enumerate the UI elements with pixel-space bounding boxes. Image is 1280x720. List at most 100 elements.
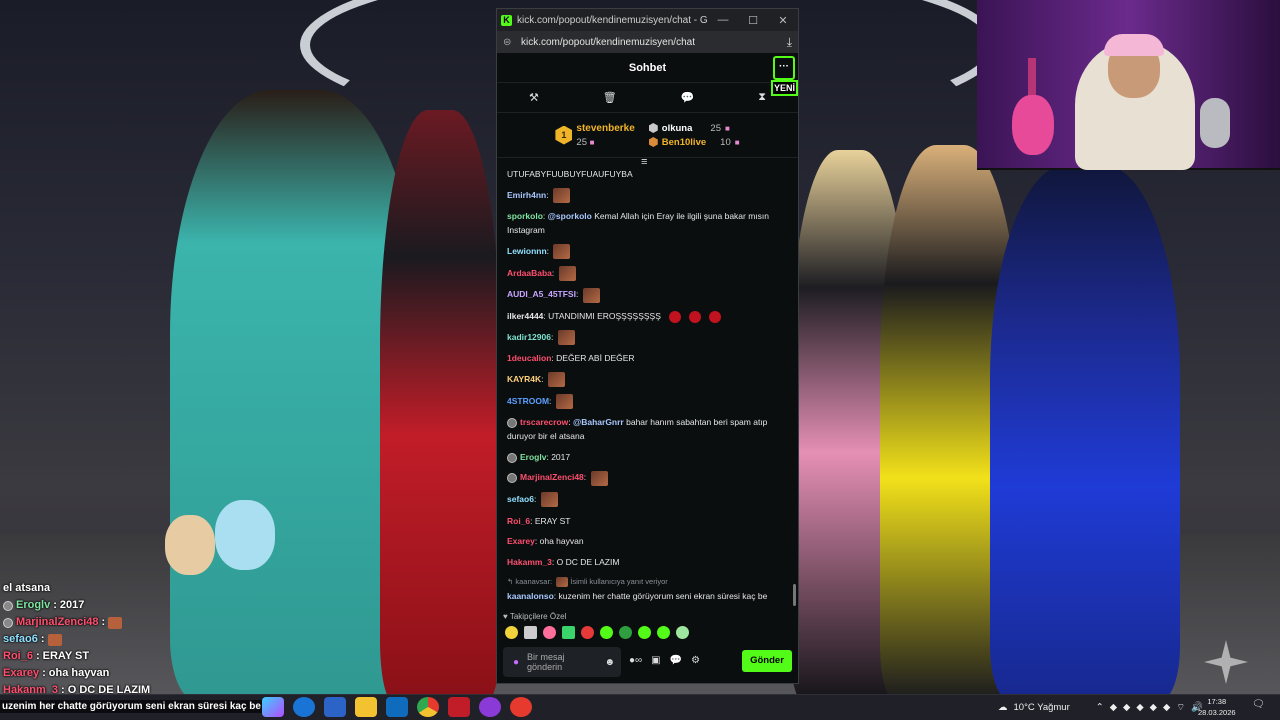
chat-actions: ●∞ ▣ 💬 ⚙: [629, 655, 700, 666]
emote-icon[interactable]: [543, 626, 556, 639]
chat-bubble-icon[interactable]: 💬: [681, 91, 695, 104]
chat-username[interactable]: sefao6: [507, 494, 534, 504]
chat-message[interactable]: Exarey: oha hayvan: [507, 534, 788, 548]
mention[interactable]: @BaharGnrr: [573, 417, 624, 427]
app-icon[interactable]: [510, 697, 532, 717]
chat-username[interactable]: kaanalonso: [507, 591, 554, 601]
chrome-icon[interactable]: [417, 697, 439, 717]
emote-icon[interactable]: [600, 626, 613, 639]
emote-icon: [582, 287, 600, 303]
chat-username[interactable]: Emirh4nn: [507, 190, 546, 200]
chat-message[interactable]: 4STROOM:: [507, 393, 788, 409]
scrollbar[interactable]: [793, 584, 796, 606]
chat-message[interactable]: Hakamm_3: O DC DE LAZIM: [507, 555, 788, 569]
leaderboard-second[interactable]: olkuna 25 ■: [648, 123, 740, 134]
chat-username[interactable]: 4STROOM: [507, 396, 549, 406]
emote-icon[interactable]: [562, 626, 575, 639]
clock[interactable]: 17:38 28.03.2026: [1198, 696, 1236, 718]
chat-message[interactable]: UTUFABYFUUBUYFUAUFUYBA: [507, 167, 788, 181]
wifi-icon[interactable]: ⌔: [1176, 702, 1185, 713]
weather-text[interactable]: 10°C Yağmur: [1014, 702, 1070, 713]
send-button[interactable]: Gönder: [742, 650, 792, 672]
chat-username[interactable]: KAYR4K: [507, 374, 541, 384]
chat-username[interactable]: kadir12906: [507, 332, 551, 342]
chat-username[interactable]: Hakamm_3: [507, 557, 552, 567]
chat-username[interactable]: ilker4444: [507, 311, 543, 321]
chat-username[interactable]: 1deucalion: [507, 353, 551, 363]
tray-icon[interactable]: ◆: [1110, 702, 1117, 713]
trash-icon[interactable]: 🗑: [603, 91, 617, 104]
app-icon[interactable]: [479, 697, 501, 717]
tray-icon[interactable]: ◆: [1136, 702, 1143, 713]
store-icon[interactable]: ▣: [651, 655, 660, 666]
emote-icon[interactable]: [581, 626, 594, 639]
chat-username[interactable]: ArdaaBaba: [507, 268, 552, 278]
leaderboard-first[interactable]: 1 stevenberke 25 ■: [555, 123, 635, 148]
chat-bubble-icon[interactable]: 💬: [670, 655, 682, 666]
kick-emotes-icon[interactable]: ●∞: [629, 655, 642, 666]
emote-icon[interactable]: [676, 626, 689, 639]
chat-message[interactable]: Eroglv: 2017: [507, 450, 788, 464]
app-icon[interactable]: [448, 697, 470, 717]
chat-messages[interactable]: UTUFABYFUUBUYFUAUFUYBA Emirh4nn: sporkolo…: [497, 167, 798, 607]
gear-icon[interactable]: ⚙: [691, 655, 700, 666]
chat-message[interactable]: AUDI_A5_45TFSI:: [507, 287, 788, 303]
emoji-icon[interactable]: ☻: [604, 657, 615, 668]
tray-icon[interactable]: ◆: [1163, 702, 1170, 713]
chat-username[interactable]: trscarecrow: [520, 417, 568, 427]
chat-reply-message[interactable]: ↰ kaanavsar: İsimli kullanıcıya yanıt ve…: [507, 575, 788, 603]
leaderboard-third[interactable]: Ben10live 10 ■: [648, 137, 740, 148]
chat-message[interactable]: Emirh4nn:: [507, 187, 788, 203]
chat-username[interactable]: AUDI_A5_45TFSI: [507, 289, 576, 299]
site-info-icon[interactable]: ⊜: [503, 37, 515, 48]
chat-username[interactable]: MarjinalZenci48: [520, 472, 584, 482]
chat-message-text: UTUFABYFUUBUYFUAUFUYBA: [507, 169, 633, 179]
mention[interactable]: @sporkolo: [548, 211, 592, 221]
mail-icon[interactable]: [386, 697, 408, 717]
chat-message-text: UTANDINMI EROŞŞŞŞŞŞŞŞ: [548, 311, 661, 321]
gift-icon: ■: [724, 123, 730, 133]
message-input[interactable]: ● Bir mesaj gönderin ☻: [503, 647, 621, 677]
chat-message[interactable]: ilker4444: UTANDINMI EROŞŞŞŞŞŞŞŞ: [507, 309, 788, 323]
chat-message[interactable]: sporkolo: @sporkolo Kemal Allah için Era…: [507, 209, 788, 237]
store-icon[interactable]: [324, 697, 346, 717]
emote-icon[interactable]: [505, 626, 518, 639]
emote-icon[interactable]: [638, 626, 651, 639]
tray-icon[interactable]: ◆: [1123, 702, 1130, 713]
chat-message[interactable]: sefao6:: [507, 492, 788, 508]
emote-icon[interactable]: [619, 626, 632, 639]
close-icon[interactable]: ✕: [768, 14, 798, 27]
chat-message[interactable]: Roi_6: ERAY ST: [507, 514, 788, 528]
hourglass-icon[interactable]: ⧗: [758, 91, 766, 104]
chat-message[interactable]: Lewionnn:: [507, 244, 788, 259]
chat-username[interactable]: Roi_6: [507, 516, 530, 526]
maximize-icon[interactable]: ☐: [738, 14, 768, 27]
taskbar-apps: [262, 697, 532, 717]
chat-message[interactable]: MarjinalZenci48:: [507, 470, 788, 486]
chat-username[interactable]: Eroglv: [520, 452, 546, 462]
chat-message[interactable]: kadir12906:: [507, 329, 788, 345]
chat-message[interactable]: 1deucalion: DEĞER ABİ DEĞER: [507, 351, 788, 365]
edge-icon[interactable]: [293, 697, 315, 717]
folder-icon[interactable]: [355, 697, 377, 717]
chat-message[interactable]: ArdaaBaba:: [507, 265, 788, 281]
chat-username[interactable]: sporkolo: [507, 211, 543, 221]
tray-icon[interactable]: ◆: [1150, 702, 1157, 713]
download-icon[interactable]: ⤓: [787, 35, 792, 50]
chat-message[interactable]: KAYR4K:: [507, 372, 788, 387]
notification-icon[interactable]: 🗨: [1252, 699, 1265, 710]
chat-message[interactable]: trscarecrow: @BaharGnrr bahar hanım saba…: [507, 415, 788, 443]
address-bar[interactable]: ⊜ kick.com/popout/kendinemuzisyen/chat ⤓: [497, 31, 798, 53]
chat-username[interactable]: Exarey: [507, 536, 535, 546]
hammer-icon[interactable]: ⚒: [529, 91, 539, 104]
chat-username[interactable]: Lewionnn: [507, 246, 547, 256]
chat-message-text: oha hayvan: [539, 536, 584, 547]
more-options-button[interactable]: ···: [773, 56, 795, 80]
emote-icon[interactable]: [524, 626, 537, 639]
mic-icon[interactable]: ●: [513, 657, 519, 668]
emote-icon[interactable]: [657, 626, 670, 639]
chevron-up-icon[interactable]: ⌃: [1096, 702, 1104, 713]
copilot-icon[interactable]: [262, 697, 284, 717]
minimize-icon[interactable]: —: [708, 14, 738, 26]
url-text: kick.com/popout/kendinemuzisyen/chat: [521, 36, 695, 48]
